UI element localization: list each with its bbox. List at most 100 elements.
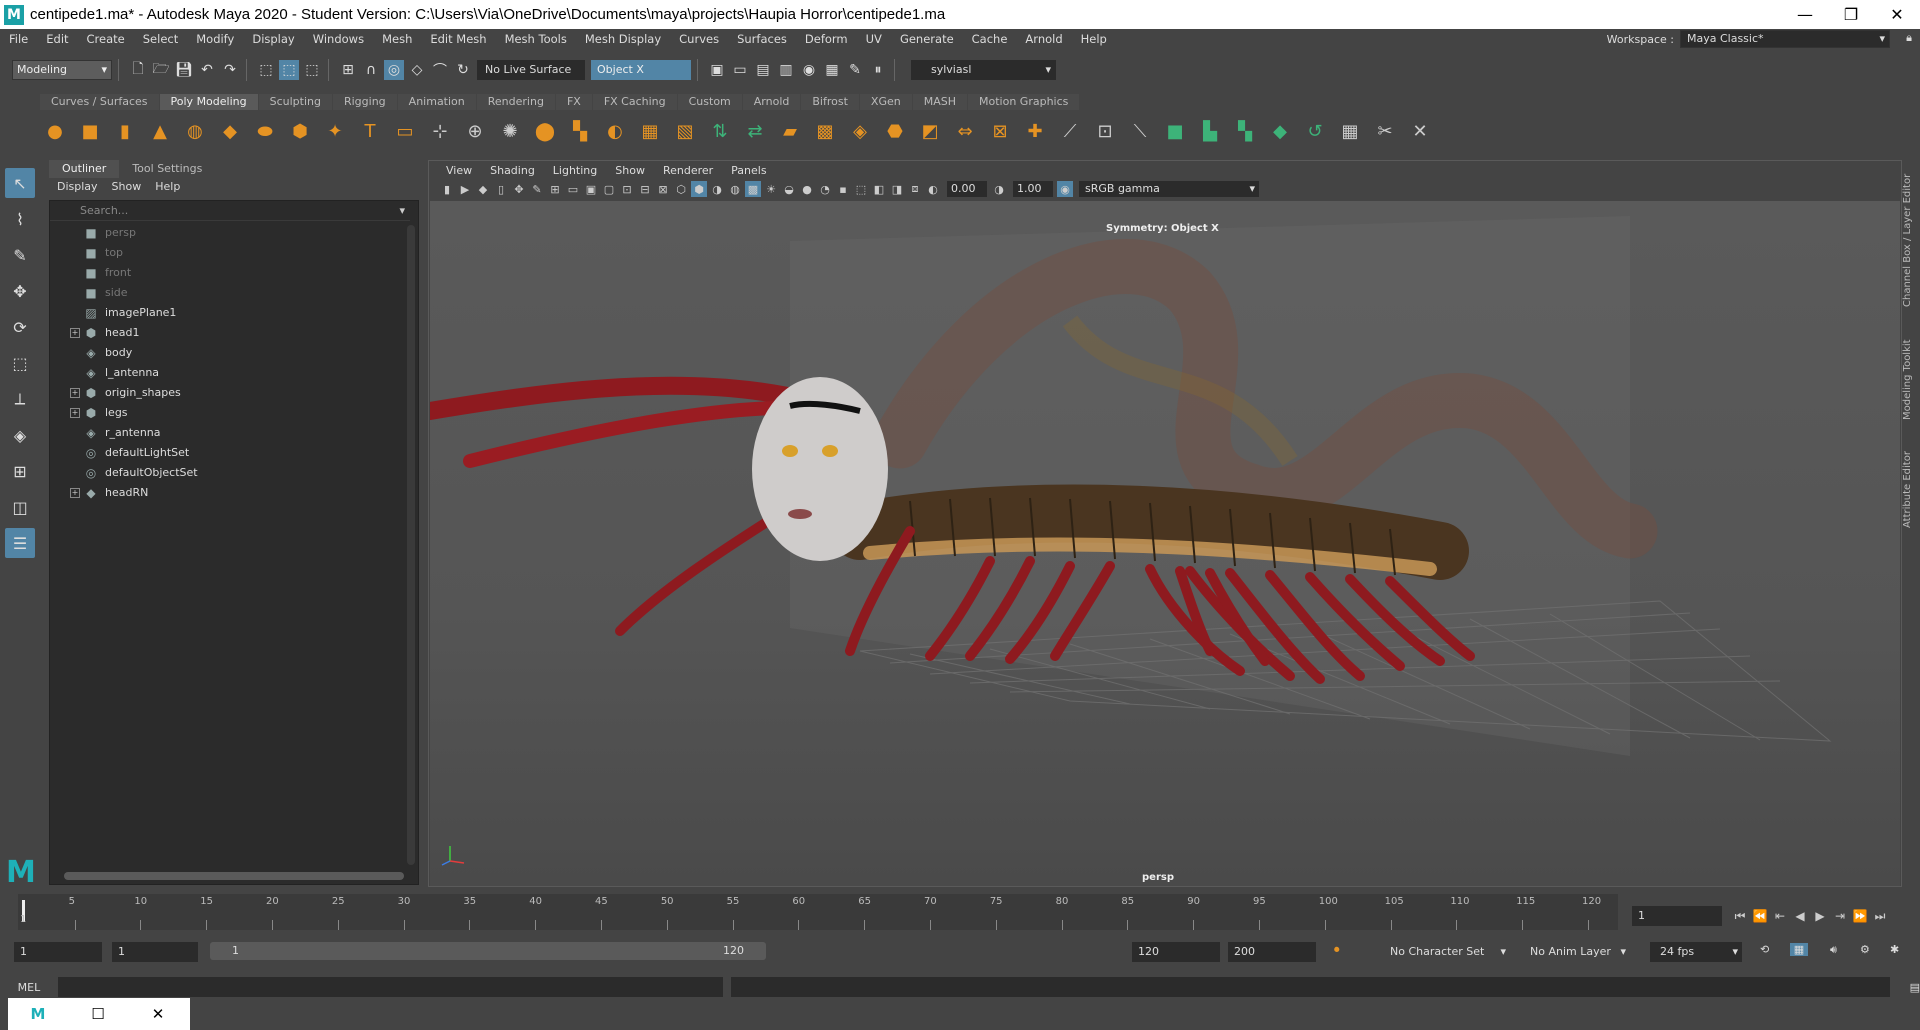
sound-icon[interactable]: 🔊︎	[1830, 943, 1837, 957]
insert-loop-icon[interactable]: ⬣	[880, 116, 910, 146]
vertical-scrollbar[interactable]	[407, 225, 415, 865]
tab-channel-box[interactable]: Channel Box / Layer Editor	[1902, 170, 1920, 310]
select-hierarchy-icon[interactable]: ⬚	[256, 60, 276, 80]
single-perspective-layout-icon[interactable]: ◈	[5, 420, 35, 450]
maya-taskbar-icon[interactable]: M	[8, 1005, 68, 1023]
viewport-menu-view[interactable]: View	[437, 164, 481, 177]
tab-tool-settings[interactable]: Tool Settings	[119, 160, 215, 178]
super-shape-icon[interactable]: ✦	[320, 116, 350, 146]
go-to-start-icon[interactable]: ⏮	[1730, 906, 1750, 926]
close-icon[interactable]: ✕	[128, 1005, 188, 1023]
sew-uv-icon[interactable]: ✕	[1405, 116, 1435, 146]
menu-surfaces[interactable]: Surfaces	[728, 32, 796, 46]
close-button[interactable]: ✕	[1874, 0, 1920, 29]
viewport-menu-shading[interactable]: Shading	[481, 164, 544, 177]
expand-icon[interactable]: +	[70, 408, 80, 418]
four-view-layout-icon[interactable]: ⊞	[5, 456, 35, 486]
menu-uv[interactable]: UV	[857, 32, 891, 46]
exposure-field[interactable]: 0.00	[947, 181, 987, 197]
type-icon[interactable]: T	[355, 116, 385, 146]
poly-cylinder-icon[interactable]: ▮	[110, 116, 140, 146]
use-all-lights-icon[interactable]: ☀	[763, 181, 779, 197]
viewport-3d-scene[interactable]: Symmetry: Object X persp	[430, 201, 1900, 886]
planar-map-icon[interactable]: ■	[1160, 116, 1190, 146]
tab-attribute-editor[interactable]: Attribute Editor	[1902, 445, 1920, 535]
bridge-icon[interactable]: ⇄	[740, 116, 770, 146]
poly-plane-icon[interactable]: ◆	[215, 116, 245, 146]
cache-playback-icon[interactable]: ▦	[1790, 943, 1808, 956]
viewport-menu-lighting[interactable]: Lighting	[544, 164, 606, 177]
shelf-tab-arnold[interactable]: Arnold	[742, 94, 801, 110]
paint-select-tool-icon[interactable]: ✎	[5, 240, 35, 270]
shelf-tab-poly-modeling[interactable]: Poly Modeling	[159, 94, 258, 110]
camera-attributes-icon[interactable]: ▶	[457, 181, 473, 197]
collapse-icon[interactable]: ⇔	[950, 116, 980, 146]
current-frame-field[interactable]: 1	[1632, 906, 1722, 926]
outliner-item[interactable]: ◈ body	[50, 343, 402, 363]
outliner-menu-display[interactable]: Display	[49, 178, 104, 196]
hypershade-icon[interactable]: ◉	[799, 60, 819, 80]
xray-components-icon[interactable]: ⧈	[907, 181, 923, 197]
outliner-item[interactable]: ■ front	[50, 263, 402, 283]
field-chart-icon[interactable]: ⊡	[619, 181, 635, 197]
save-scene-icon[interactable]: 💾︎	[174, 60, 194, 80]
user-account-dropdown[interactable]: sylviasl	[911, 60, 1056, 80]
menu-arnold[interactable]: Arnold	[1016, 32, 1071, 46]
render-settings-icon[interactable]: ▥	[776, 60, 796, 80]
center-pivot-icon[interactable]: ✺	[495, 116, 525, 146]
menu-display[interactable]: Display	[243, 32, 303, 46]
shelf-tab-fx-caching[interactable]: FX Caching	[592, 94, 677, 110]
split-icon[interactable]: ⊡	[1090, 116, 1120, 146]
viewport-menu-panels[interactable]: Panels	[722, 164, 775, 177]
motion-blur-icon[interactable]: ◔	[817, 181, 833, 197]
playback-end-field[interactable]: 120	[1132, 942, 1220, 962]
shelf-tab-mash[interactable]: MASH	[912, 94, 968, 110]
render-frame-icon[interactable]: ▭	[730, 60, 750, 80]
step-back-key-icon[interactable]: ⏪	[1750, 906, 1770, 926]
cut-uv-icon[interactable]: ✂	[1370, 116, 1400, 146]
menu-file[interactable]: File	[0, 32, 37, 46]
menu-generate[interactable]: Generate	[891, 32, 963, 46]
automatic-map-icon[interactable]: ◆	[1265, 116, 1295, 146]
poly-cone-icon[interactable]: ▲	[145, 116, 175, 146]
snap-options-icon[interactable]: ↻	[453, 60, 473, 80]
bool-icon[interactable]: ▦	[635, 116, 665, 146]
symmetry-dropdown[interactable]: Object X	[591, 60, 691, 80]
outliner-item[interactable]: ■ side	[50, 283, 402, 303]
cylindrical-map-icon[interactable]: ▙	[1195, 116, 1225, 146]
menu-edit[interactable]: Edit	[37, 32, 77, 46]
outliner-search-input[interactable]: Search...	[50, 201, 410, 221]
animation-start-field[interactable]: 1	[14, 942, 102, 962]
move-tool-icon[interactable]: ✥	[5, 276, 35, 306]
scale-tool-icon[interactable]: ⬚	[5, 348, 35, 378]
append-icon[interactable]: ◈	[845, 116, 875, 146]
color-management-icon[interactable]: ◉	[1057, 181, 1073, 197]
command-input[interactable]	[57, 977, 724, 997]
exposure-icon[interactable]: ◐	[925, 181, 941, 197]
sculpt-icon[interactable]: ⟋	[1055, 116, 1085, 146]
select-component-icon[interactable]: ⬚	[302, 60, 322, 80]
checker-icon[interactable]: ▦	[1335, 116, 1365, 146]
snap-point-icon[interactable]: ◎	[384, 60, 404, 80]
merge-icon[interactable]: ⊠	[985, 116, 1015, 146]
restore-icon[interactable]: ☐	[68, 1005, 128, 1023]
step-back-frame-icon[interactable]: ⇤	[1770, 906, 1790, 926]
horizontal-scrollbar[interactable]	[64, 872, 404, 880]
textured-icon[interactable]: ▩	[745, 181, 761, 197]
minimize-button[interactable]: —	[1782, 0, 1828, 29]
quad-draw-icon[interactable]: ✚	[1020, 116, 1050, 146]
shelf-tab-bifrost[interactable]: Bifrost	[801, 94, 859, 110]
uv-editor-icon[interactable]: ↺	[1300, 116, 1330, 146]
grid-icon[interactable]: ⊞	[547, 181, 563, 197]
menu-create[interactable]: Create	[78, 32, 134, 46]
wireframe-icon[interactable]: ⬡	[673, 181, 689, 197]
menu-help[interactable]: Help	[1072, 32, 1116, 46]
expand-icon[interactable]: +	[70, 488, 80, 498]
mel-label[interactable]: MEL	[0, 981, 58, 994]
playback-start-field[interactable]: 1	[112, 942, 198, 962]
shelf-tab-rendering[interactable]: Rendering	[476, 94, 555, 110]
smooth-shade-icon[interactable]: ⬢	[691, 181, 707, 197]
open-scene-icon[interactable]: 🗁	[151, 60, 171, 80]
last-tool-icon[interactable]: ⟂	[5, 384, 35, 414]
menu-mesh-display[interactable]: Mesh Display	[576, 32, 670, 46]
